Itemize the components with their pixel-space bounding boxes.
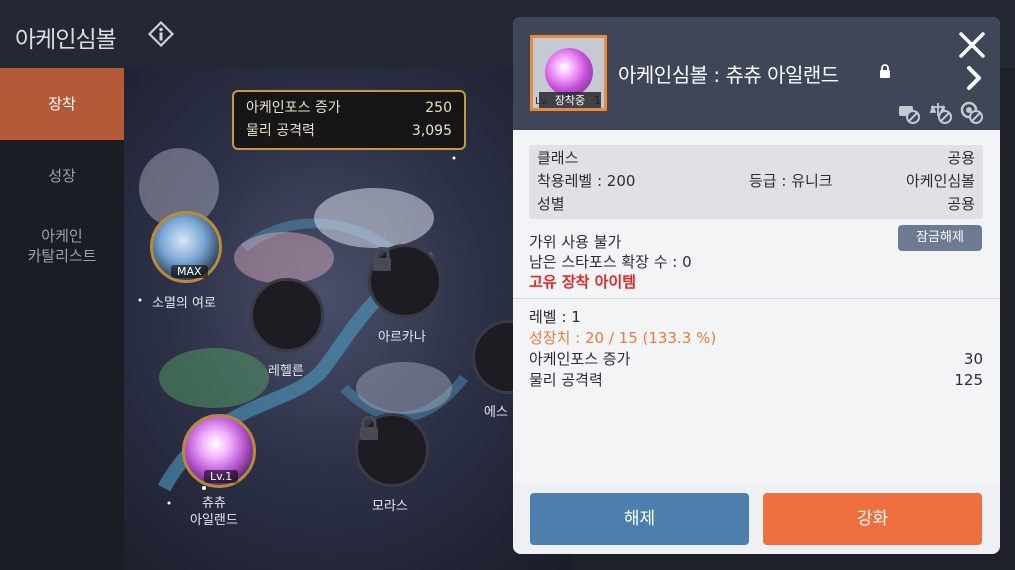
- growth-exp: 성장치 : 20 / 15 (133.3 %): [529, 329, 717, 347]
- item-info-box: 클래스 공용 착용레벨 : 200 등급 : 유니크 아케인심볼 성별 공용: [529, 145, 983, 219]
- chevron-right-icon[interactable]: [964, 65, 984, 91]
- gender-label: 성별: [537, 195, 565, 213]
- force-row: 아케인포스 증가 30: [529, 349, 983, 370]
- stat-label: 물리 공격력: [246, 123, 315, 139]
- side-tabs: 장착 성장 아케인 카탈리스트: [0, 68, 124, 570]
- total-stats-box: 아케인포스 증가 250 물리 공격력 3,095: [232, 90, 466, 150]
- stat-label: 아케인포스 증가: [246, 100, 341, 116]
- stat-value: 250: [425, 100, 452, 116]
- release-button[interactable]: 해제: [530, 493, 749, 545]
- symbol-map: 아케인포스 증가 250 물리 공격력 3,095 MAX 소멸의 여로 레헬른…: [124, 68, 572, 570]
- item-thumbnail: Lv. 장착중 1: [530, 35, 607, 111]
- tab-arcane-catalyst[interactable]: 아케인 카탈리스트: [0, 212, 124, 298]
- class-value: 공용: [947, 149, 975, 167]
- equipped-badge: 장착중: [539, 92, 601, 108]
- force-label: 아케인포스 증가: [529, 350, 631, 368]
- gender-row: 성별 공용: [537, 193, 975, 216]
- class-row: 클래스 공용: [537, 147, 975, 170]
- cube-disabled-icon: [960, 101, 983, 124]
- stat-row: 아케인포스 증가 250: [246, 97, 452, 120]
- close-icon[interactable]: [957, 30, 987, 60]
- unlock-button[interactable]: 잠금해제: [898, 225, 982, 251]
- node-label: 소멸의 여로: [152, 296, 216, 311]
- thumb-level-number: 1: [594, 94, 601, 107]
- node-morass[interactable]: [355, 413, 429, 487]
- level-grade-row: 착용레벨 : 200 등급 : 유니크 아케인심볼: [537, 170, 975, 193]
- trade-disabled-icon: [899, 106, 920, 124]
- level-badge: Lv.1: [204, 470, 239, 483]
- node-label: 레헬른: [268, 364, 304, 379]
- node-arcana[interactable]: [368, 244, 442, 318]
- node-label: 에스: [484, 405, 508, 420]
- stat-value: 3,095: [411, 123, 452, 139]
- item-type: 아케인심볼: [905, 172, 975, 190]
- grade: 등급 : 유니크: [749, 172, 833, 190]
- lock-icon: [373, 247, 391, 271]
- panel-footer: 해제 강화: [513, 484, 1000, 554]
- page-title: 아케인심볼: [15, 27, 117, 53]
- node-label: 아르카나: [378, 330, 426, 345]
- lock-icon: [360, 416, 378, 440]
- class-label: 클래스: [537, 149, 579, 167]
- enhance-button[interactable]: 강화: [763, 493, 982, 545]
- atk-value: 125: [954, 371, 983, 389]
- info-icon[interactable]: [147, 20, 175, 48]
- scissors-restriction: 가위 사용 불가: [529, 233, 622, 251]
- unique-equip-notice: 고유 장착 아이템: [529, 273, 637, 291]
- atk-row: 물리 공격력 125: [529, 370, 983, 391]
- scale-disabled-icon: [929, 103, 952, 124]
- tab-equip[interactable]: 장착: [0, 68, 124, 140]
- starforce-remaining: 남은 스타포스 확장 수 : 0: [529, 253, 692, 271]
- node-label: 츄츄 아일랜드: [190, 496, 238, 528]
- symbol-level: 레벨 : 1: [529, 308, 581, 326]
- max-badge: MAX: [171, 265, 208, 278]
- atk-label: 물리 공격력: [529, 371, 603, 389]
- node-label: 모라스: [372, 499, 408, 514]
- item-name: 아케인심볼 : 츄츄 아일랜드: [618, 63, 839, 87]
- stat-row: 물리 공격력 3,095: [246, 120, 452, 143]
- gender-value: 공용: [947, 195, 975, 213]
- item-detail-panel: Lv. 장착중 1 아케인심볼 : 츄츄 아일랜드: [513, 17, 1000, 554]
- node-reheln[interactable]: [250, 278, 324, 352]
- symbol-orb-icon: [545, 48, 593, 96]
- divider: [513, 298, 1000, 299]
- tab-growth[interactable]: 성장: [0, 140, 124, 212]
- force-value: 30: [963, 350, 983, 368]
- panel-header: Lv. 장착중 1 아케인심볼 : 츄츄 아일랜드: [513, 17, 1000, 130]
- required-level: 착용레벨 : 200: [537, 172, 636, 190]
- lock-icon: [880, 64, 890, 78]
